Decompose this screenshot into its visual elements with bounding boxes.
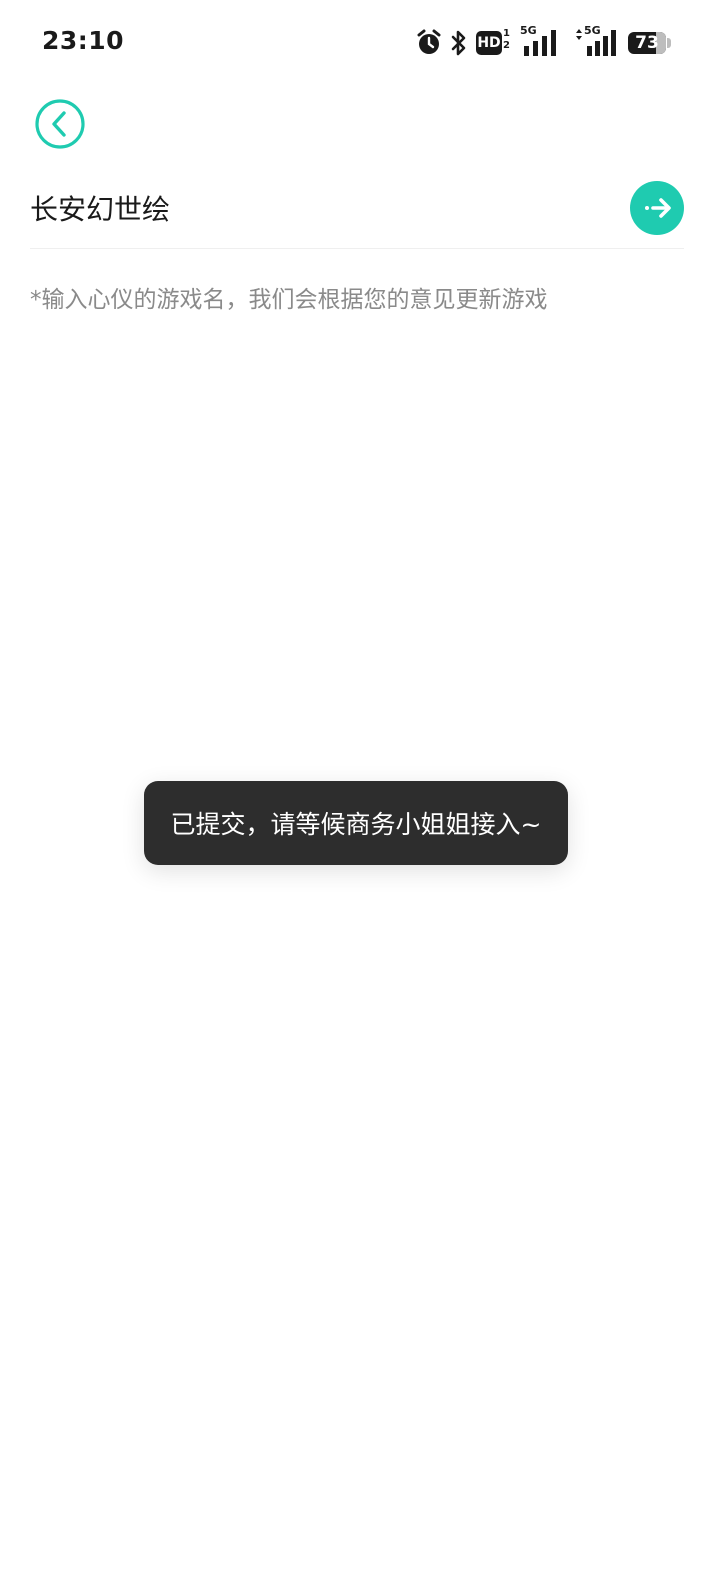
battery-icon: 73 [628,30,674,56]
hd-volte-icon: HD 1 2 [476,28,512,56]
bluetooth-icon [450,29,468,57]
hd-sub-label: 1 2 [503,28,510,51]
toast-message: 已提交，请等候商务小姐姐接入~ [170,810,542,839]
battery-level: 73 [635,33,659,53]
toast: 已提交，请等候商务小姐姐接入~ [144,781,568,865]
signal-5g-icon: 5G [520,24,566,58]
status-icons: HD 1 2 5G 5G 73 [416,24,674,60]
chevron-left-icon [35,99,85,149]
game-name-input-row [30,178,684,249]
alarm-icon [416,29,442,57]
battery-tip [667,38,671,48]
back-button[interactable] [34,98,86,150]
hint-text: *输入心仪的游戏名，我们会根据您的意见更新游戏 [30,287,548,313]
game-name-input[interactable] [30,178,610,238]
battery-body: 73 [628,32,666,54]
status-bar: 23:10 HD 1 2 5G 5G 73 [0,0,720,86]
arrow-right-icon [645,198,671,218]
hd-label: HD [476,31,502,55]
submit-button[interactable] [630,181,684,235]
signal-5g-data-icon: 5G [574,24,620,58]
status-time: 23:10 [42,26,125,55]
